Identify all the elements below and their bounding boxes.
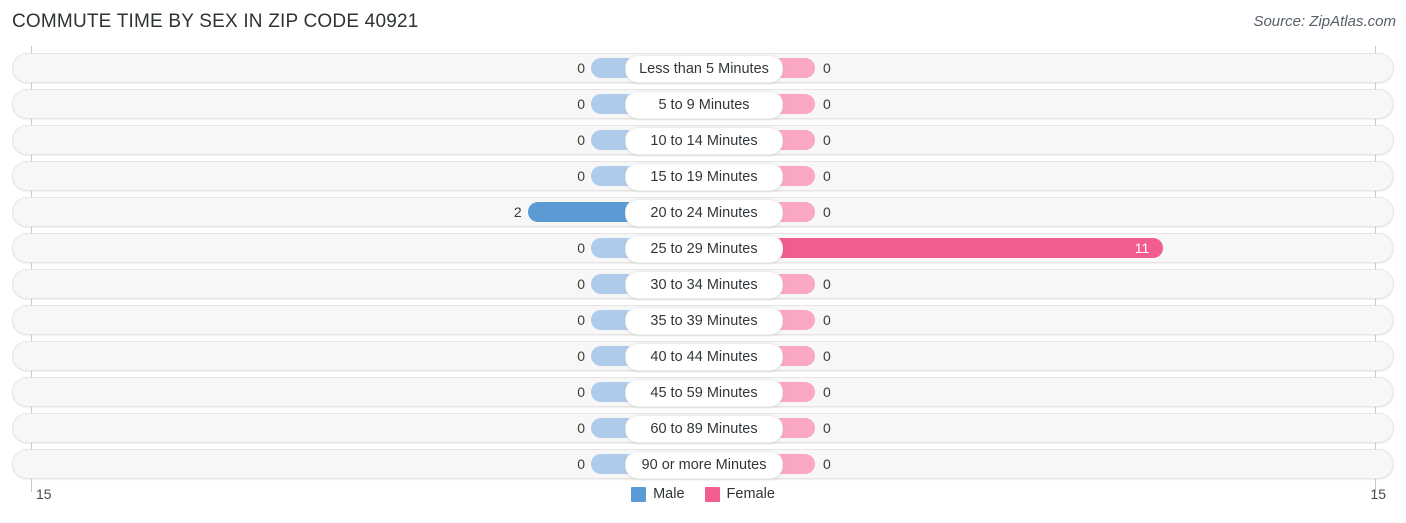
value-female-9: 0: [823, 348, 831, 364]
table-row: 0 0 5 to 9 Minutes: [12, 89, 1394, 119]
chart-plot-area: 0 0 Less than 5 Minutes 0 0 5 to 9 Minutes 0 0 1…: [0, 46, 1406, 492]
value-male-3: 0: [577, 132, 585, 148]
table-row: 0 11 25 to 29 Minutes: [12, 233, 1394, 263]
category-label-11: 60 to 89 Minutes: [625, 415, 783, 443]
value-female-8: 0: [823, 312, 831, 328]
table-row: 0 0 10 to 14 Minutes: [12, 125, 1394, 155]
table-row: 0 0 35 to 39 Minutes: [12, 305, 1394, 335]
table-row: 0 0 30 to 34 Minutes: [12, 269, 1394, 299]
category-label-1: Less than 5 Minutes: [625, 55, 783, 83]
value-female-10: 0: [823, 384, 831, 400]
legend-item-male[interactable]: Male: [631, 486, 685, 502]
value-male-4: 0: [577, 168, 585, 184]
table-row: 0 0 40 to 44 Minutes: [12, 341, 1394, 371]
category-label-10: 45 to 59 Minutes: [625, 379, 783, 407]
value-male-6: 0: [577, 240, 585, 256]
category-label-6: 25 to 29 Minutes: [625, 235, 783, 263]
legend-item-female[interactable]: Female: [704, 486, 775, 502]
category-label-5: 20 to 24 Minutes: [625, 199, 783, 227]
value-female-6: 11: [1134, 240, 1150, 256]
value-male-5: 2: [513, 204, 522, 220]
category-label-2: 5 to 9 Minutes: [625, 91, 783, 119]
category-label-3: 10 to 14 Minutes: [625, 127, 783, 155]
value-female-4: 0: [823, 168, 831, 184]
legend-swatch-female: [704, 486, 720, 502]
chart-header: COMMUTE TIME BY SEX IN ZIP CODE 40921 So…: [0, 0, 1406, 46]
source-attribution: Source: ZipAtlas.com: [1253, 13, 1396, 30]
value-male-7: 0: [577, 276, 585, 292]
table-row: 2 0 20 to 24 Minutes: [12, 197, 1394, 227]
table-row: 0 0 60 to 89 Minutes: [12, 413, 1394, 443]
category-label-12: 90 or more Minutes: [625, 451, 783, 479]
category-label-4: 15 to 19 Minutes: [625, 163, 783, 191]
value-female-12: 0: [823, 456, 831, 472]
legend-swatch-male: [631, 486, 647, 502]
table-row: 0 0 45 to 59 Minutes: [12, 377, 1394, 407]
value-female-3: 0: [823, 132, 831, 148]
category-label-9: 40 to 44 Minutes: [625, 343, 783, 371]
value-female-2: 0: [823, 96, 831, 112]
page-title: COMMUTE TIME BY SEX IN ZIP CODE 40921: [12, 11, 419, 32]
value-female-7: 0: [823, 276, 831, 292]
value-male-8: 0: [577, 312, 585, 328]
chart-footer: 15 15 Male Female: [0, 478, 1406, 523]
legend-label-female: Female: [726, 486, 775, 502]
value-male-9: 0: [577, 348, 585, 364]
value-female-1: 0: [823, 60, 831, 76]
table-row: 0 0 Less than 5 Minutes: [12, 53, 1394, 83]
value-male-10: 0: [577, 384, 585, 400]
value-male-2: 0: [577, 96, 585, 112]
category-label-8: 35 to 39 Minutes: [625, 307, 783, 335]
legend-label-male: Male: [653, 486, 685, 502]
chart-legend: Male Female: [0, 486, 1406, 502]
value-male-12: 0: [577, 456, 585, 472]
value-male-11: 0: [577, 420, 585, 436]
bar-female-6: [745, 238, 1164, 258]
value-female-11: 0: [823, 420, 831, 436]
table-row: 0 0 90 or more Minutes: [12, 449, 1394, 479]
category-label-7: 30 to 34 Minutes: [625, 271, 783, 299]
value-male-1: 0: [577, 60, 585, 76]
value-female-5: 0: [823, 204, 831, 220]
table-row: 0 0 15 to 19 Minutes: [12, 161, 1394, 191]
